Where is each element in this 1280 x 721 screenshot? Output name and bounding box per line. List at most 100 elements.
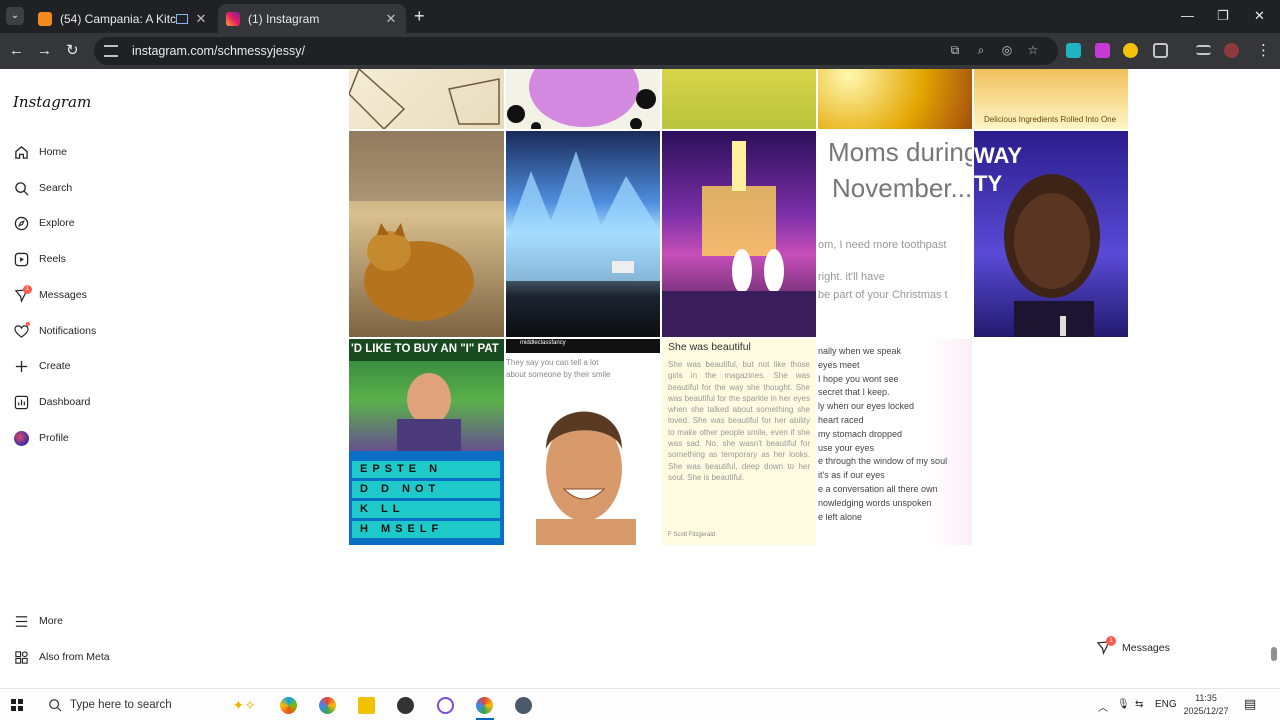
post-body: She was beautiful, but not like those gi… [668,360,810,482]
app-icon[interactable] [515,697,532,714]
floating-messages-label: Messages [1122,642,1170,654]
restore-button[interactable]: ❐ [1217,8,1229,24]
sidebar-item-label: More [39,615,63,627]
address-bar[interactable]: instagram.com/schmessyjessy/ ⧉ ⌕ ◎ ☆ [94,37,1058,65]
sidebar-item-home[interactable]: Home [13,142,67,162]
profile-avatar[interactable] [1224,43,1239,58]
extension-1-icon[interactable] [1066,43,1081,58]
taskbar-clock[interactable]: 11:35 2025/12/27 [1180,692,1232,718]
extension-2-icon[interactable] [1095,43,1110,58]
heart-icon [13,322,30,339]
back-button[interactable]: ← [9,42,24,60]
browser-toolbar: ← → ↻ instagram.com/schmessyjessy/ ⧉ ⌕ ◎… [0,33,1280,69]
poem-line: ly when our eyes locked [818,401,915,412]
post-thumbnail[interactable] [506,131,660,337]
post-thumbnail[interactable]: middleclassfancy They say you can tell a… [506,339,660,545]
reload-button[interactable]: ↻ [66,42,79,60]
reels-icon [13,251,29,267]
close-window-button[interactable]: ✕ [1254,8,1265,24]
tab-instagram[interactable]: (1) Instagram ✕ [218,4,406,33]
home-icon [13,144,29,160]
post-headline: TY [974,171,1003,196]
zoom-icon[interactable]: ⌕ [974,43,988,57]
file-explorer-icon[interactable] [358,697,375,714]
minimize-button[interactable]: — [1181,8,1194,23]
sidebar-item-more[interactable]: More [13,611,63,631]
sidebar-item-label: Create [39,360,71,372]
install-app-icon[interactable]: ⧉ [948,43,962,57]
poem-line: eyes meet [818,359,860,370]
extension-3-icon[interactable] [1123,43,1138,58]
media-control-icon[interactable] [1196,45,1211,55]
copilot-icon[interactable] [280,697,297,714]
poem-line: heart raced [818,414,864,425]
sidebar-item-create[interactable]: Create [13,356,71,376]
extensions-puzzle-icon[interactable] [1153,43,1168,58]
post-thumbnail[interactable] [662,131,816,337]
poem-line: secret that I keep. [818,387,890,398]
taskbar-search-box[interactable]: Type here to search ✦✧ [36,689,260,721]
sidebar-item-reels[interactable]: Reels [13,249,66,269]
post-thumbnail[interactable]: WAY TY [974,131,1128,337]
site-info-icon[interactable] [104,45,118,57]
post-thumbnail[interactable] [349,131,504,337]
messages-badge: 1 [23,285,32,294]
forward-button[interactable]: → [37,42,52,60]
windows-start-icon[interactable] [11,699,23,711]
chrome-icon[interactable] [319,697,336,714]
floating-messages-button[interactable]: 1 Messages [1096,636,1170,656]
poem-line: nowledging words unspoken [818,497,932,508]
close-tab-icon[interactable]: ✕ [384,11,398,27]
network-icon[interactable]: ⇆ [1135,699,1143,710]
post-headline: Moms during [828,137,972,167]
sidebar-item-messages[interactable]: 1 Messages [13,285,87,305]
poem-line: use your eyes [818,442,875,453]
post-thumbnail[interactable] [349,69,504,129]
notification-center-icon[interactable]: ▤ [1244,696,1256,712]
sidebar-item-search[interactable]: Search [13,178,72,198]
post-thumbnail[interactable] [818,69,972,129]
chrome-menu-icon[interactable]: ⋮ [1256,42,1271,60]
poem-line: I hope you wont see [818,373,899,384]
app-icon[interactable] [397,697,414,714]
sidebar-item-explore[interactable]: Explore [13,213,75,233]
sidebar-item-notifications[interactable]: Notifications [13,321,96,341]
page-scrollbar[interactable] [1268,69,1280,685]
microphone-icon[interactable]: 🎙 [1117,699,1130,710]
new-tab-button[interactable]: + [414,7,425,25]
chrome-active-icon[interactable] [476,697,493,714]
media-playing-icon[interactable] [176,13,188,24]
post-thumbnail[interactable]: 'D LIKE TO BUY AN "I" PAT EPSTE N D D NO… [349,339,504,545]
tab-search-button[interactable]: ⌄ [6,7,24,25]
meta-icon [13,649,29,665]
post-headline: WAY [974,143,1023,168]
post-thumbnail[interactable]: Delicious Ingredients Rolled Into One [974,69,1128,129]
post-thumbnail[interactable]: Moms during November... om, I need more … [818,131,972,337]
sidebar-item-label: Profile [39,432,69,444]
close-tab-icon[interactable]: ✕ [194,11,208,27]
sidebar-item-also-from-meta[interactable]: Also from Meta [13,647,110,667]
snipping-tool-icon[interactable] [437,697,454,714]
bookmark-star-icon[interactable]: ☆ [1026,43,1040,57]
language-indicator[interactable]: ENG [1155,699,1177,710]
post-thumbnail[interactable]: She was beautiful She was beautiful, but… [662,339,816,545]
tab-campania[interactable]: (54) Campania: A Kitchen N ✕ [30,4,216,33]
tray-chevron-icon[interactable]: ︿ [1098,699,1108,714]
notification-dot [26,322,30,326]
sidebar-item-profile[interactable]: Profile [13,428,69,448]
scrollbar-thumb[interactable] [1271,647,1277,661]
post-thumbnail[interactable] [506,69,660,129]
avatar [13,430,29,446]
post-thumbnail[interactable] [662,69,816,129]
poem-line: it's as if our eyes [818,470,885,481]
puzzle-board-row: K LL [352,501,500,518]
sidebar-item-dashboard[interactable]: Dashboard [13,392,90,412]
hamburger-icon [13,613,29,629]
search-icon [49,699,62,712]
browser-tab-strip: ⌄ (54) Campania: A Kitchen N ✕ (1) Insta… [0,0,1280,33]
post-thumbnail[interactable]: nally when we speak eyes meet I hope you… [818,339,972,545]
instagram-logo[interactable]: Instagram [13,93,91,111]
eye-off-icon[interactable]: ◎ [1000,43,1014,57]
poem-line: e left alone [818,511,863,522]
compass-icon [13,215,29,231]
